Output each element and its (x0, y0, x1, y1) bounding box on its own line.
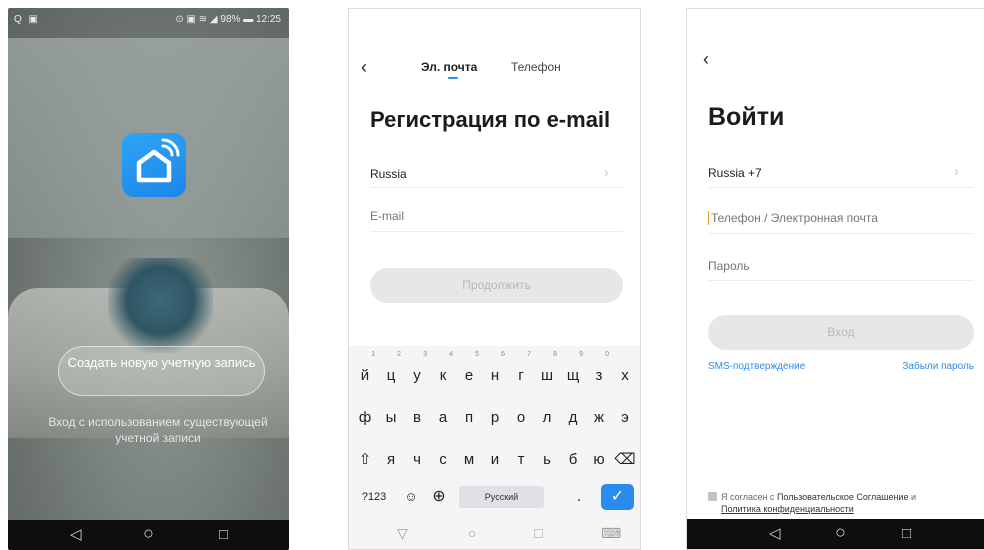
key[interactable]: ц2 (379, 351, 403, 394)
keyboard-row-4: ?123 ☺ ⊕ Русский . ✓ (349, 482, 640, 518)
keyboard-row-2: ф ы в а п р о л д ж э (349, 400, 640, 436)
numbers-key[interactable]: ?123 (357, 482, 391, 518)
space-key[interactable]: Русский (459, 486, 544, 508)
nav-recent-icon[interactable]: □ (534, 525, 542, 541)
agreement-text: Я согласен с Пользовательское Соглашение… (708, 491, 978, 515)
nav-back-icon[interactable]: ◁ (769, 526, 781, 542)
country-selector[interactable]: Russia (370, 167, 407, 181)
nav-back-icon[interactable]: ▽ (397, 525, 408, 542)
key[interactable]: к4 (431, 351, 455, 394)
key[interactable]: е5 (457, 351, 481, 394)
forgot-password-link[interactable]: Забыли пароль (902, 361, 974, 372)
page-title: Регистрация по e-mail (370, 107, 611, 132)
status-left-icons: Q ▣ (14, 14, 41, 25)
sms-verification-link[interactable]: SMS-подтверждение (708, 361, 805, 372)
back-arrow-icon[interactable]: ‹ (703, 49, 709, 70)
key[interactable]: б (561, 442, 585, 478)
key[interactable]: о (509, 400, 533, 436)
key[interactable]: п (457, 400, 481, 436)
tab-active-indicator (448, 77, 458, 79)
backspace-key-icon[interactable]: ⌫ (613, 442, 637, 478)
nav-home-icon[interactable]: ○ (835, 523, 846, 541)
key[interactable]: щ9 (561, 351, 585, 394)
agree-checkbox[interactable] (708, 492, 717, 501)
key[interactable]: в (405, 400, 429, 436)
tab-email[interactable]: Эл. почта (421, 60, 477, 74)
terms-link[interactable]: Пользовательское Соглашение (777, 492, 909, 502)
login-button[interactable]: Вход (708, 315, 974, 350)
key[interactable]: ф (353, 400, 377, 436)
key[interactable]: ь (535, 442, 559, 478)
on-screen-keyboard: й1 ц2 у3 к4 е5 н6 г7 ш8 щ9 з0 х ф ы в а … (349, 346, 640, 549)
key[interactable]: ю (587, 442, 611, 478)
key[interactable]: х (613, 358, 637, 394)
nav-home-icon[interactable]: ○ (468, 525, 476, 541)
keyboard-hide-icon[interactable]: ⌨ (601, 525, 621, 542)
nav-back-icon[interactable]: ◁ (70, 527, 82, 543)
key[interactable]: г7 (509, 351, 533, 394)
key[interactable]: а (431, 400, 455, 436)
chevron-right-icon: › (954, 163, 959, 179)
register-screen: ‹ Эл. почта Телефон Регистрация по e-mai… (348, 8, 641, 550)
emoji-key-icon[interactable]: ☺ (399, 482, 423, 518)
key[interactable]: з0 (587, 351, 611, 394)
key[interactable]: э (613, 400, 637, 436)
country-selector[interactable]: Russia +7 (708, 166, 762, 180)
shift-key-icon[interactable]: ⇧ (353, 442, 377, 478)
chevron-right-icon: › (604, 164, 609, 180)
key[interactable]: у3 (405, 351, 429, 394)
key[interactable]: т (509, 442, 533, 478)
key[interactable]: я (379, 442, 403, 478)
background-child (108, 258, 213, 353)
status-bar: Q ▣ ⊙ ▣ ≋ ◢ 98% ▬ 12:25 (8, 8, 289, 32)
system-nav-bar: ◁ ○ □ (687, 519, 984, 549)
key[interactable]: ч (405, 442, 429, 478)
nav-recent-icon[interactable]: □ (902, 526, 911, 542)
key[interactable]: ы (379, 400, 403, 436)
login-existing-link[interactable]: Вход с использованием существующей учетн… (38, 414, 278, 446)
divider (370, 187, 623, 188)
key[interactable]: м (457, 442, 481, 478)
keyboard-nav-bar: ▽ ○ □ ⌨ (349, 517, 640, 549)
divider (708, 280, 974, 281)
nav-recent-icon[interactable]: □ (219, 527, 228, 543)
key[interactable]: н6 (483, 351, 507, 394)
key[interactable]: л (535, 400, 559, 436)
key[interactable]: с (431, 442, 455, 478)
globe-key-icon[interactable]: ⊕ (427, 482, 451, 518)
key[interactable]: д (561, 400, 585, 436)
privacy-link[interactable]: Политика конфиденциальности (721, 504, 854, 514)
phone-email-input[interactable] (708, 211, 968, 225)
smart-home-logo-icon (122, 133, 186, 197)
agree-prefix: Я согласен с (721, 492, 777, 502)
enter-check-icon[interactable]: ✓ (601, 484, 634, 510)
password-input[interactable] (708, 259, 968, 273)
splash-screen: Q ▣ ⊙ ▣ ≋ ◢ 98% ▬ 12:25 Создать новую уч… (8, 8, 289, 550)
divider (708, 187, 974, 188)
continue-button[interactable]: Продолжить (370, 268, 623, 303)
page-title: Войти (708, 103, 785, 131)
key[interactable]: ж (587, 400, 611, 436)
agree-and: и (908, 492, 916, 502)
back-arrow-icon[interactable]: ‹ (361, 57, 367, 78)
key[interactable]: и (483, 442, 507, 478)
period-key[interactable]: . (567, 482, 591, 518)
divider (708, 233, 974, 234)
key[interactable]: р (483, 400, 507, 436)
key[interactable]: ш8 (535, 351, 559, 394)
keyboard-row-3: ⇧ я ч с м и т ь б ю ⌫ (349, 442, 640, 478)
tab-phone[interactable]: Телефон (511, 60, 561, 74)
login-screen: ‹ Войти Russia +7 › Вход SMS-подтвержден… (686, 8, 984, 550)
email-input[interactable] (370, 209, 610, 223)
divider (370, 231, 623, 232)
keyboard-row-1: й1 ц2 у3 к4 е5 н6 г7 ш8 щ9 з0 х (349, 351, 640, 394)
key[interactable]: й1 (353, 351, 377, 394)
status-right-icons: ⊙ ▣ ≋ ◢ 98% ▬ 12:25 (175, 14, 281, 25)
create-account-button[interactable]: Создать новую учетную запись (58, 346, 265, 396)
nav-home-icon[interactable]: ○ (143, 524, 154, 542)
system-nav-bar: ◁ ○ □ (8, 520, 289, 550)
